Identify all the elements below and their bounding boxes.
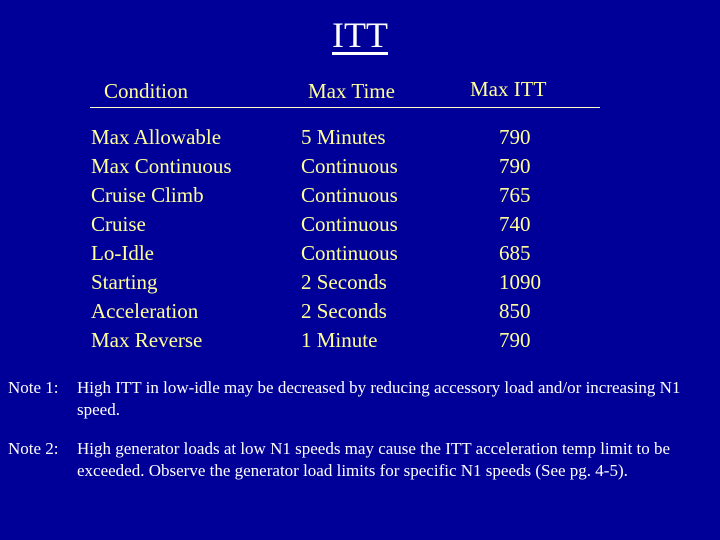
condition-cell: Max Reverse: [91, 328, 203, 352]
note-2: Note 2: High generator loads at low N1 sp…: [8, 438, 717, 482]
note-label: Note 2:: [8, 439, 59, 458]
header-divider: [90, 107, 600, 108]
note-text: High ITT in low-idle may be decreased by…: [77, 378, 681, 419]
max-itt-cell: 790: [499, 154, 531, 178]
max-itt-cell: 765: [499, 183, 531, 207]
page-title: ITT: [332, 15, 388, 55]
note-1: Note 1: High ITT in low-idle may be decre…: [8, 377, 717, 421]
condition-cell: Lo-Idle: [91, 241, 154, 265]
table-row: Max Allowable 5 Minutes 790: [91, 125, 611, 154]
max-itt-cell: 740: [499, 212, 531, 236]
max-time-cell: Continuous: [301, 154, 398, 178]
note-text: High generator loads at low N1 speeds ma…: [77, 439, 671, 480]
table-row: Cruise Climb Continuous 765: [91, 183, 611, 212]
max-time-cell: Continuous: [301, 183, 398, 207]
table-row: Acceleration 2 Seconds 850: [91, 299, 611, 328]
itt-table: Max Allowable 5 Minutes 790 Max Continuo…: [91, 125, 611, 357]
max-itt-cell: 790: [499, 328, 531, 352]
max-time-cell: 5 Minutes: [301, 125, 386, 149]
condition-cell: Max Continuous: [91, 154, 232, 178]
max-itt-cell: 850: [499, 299, 531, 323]
condition-cell: Starting: [91, 270, 158, 294]
table-row: Starting 2 Seconds 1090: [91, 270, 611, 299]
max-itt-cell: 685: [499, 241, 531, 265]
max-time-cell: 2 Seconds: [301, 299, 387, 323]
condition-cell: Cruise Climb: [91, 183, 204, 207]
header-max-itt: Max ITT: [470, 77, 547, 101]
max-itt-cell: 1090: [499, 270, 541, 294]
table-row: Max Continuous Continuous 790: [91, 154, 611, 183]
note-label: Note 1:: [8, 378, 59, 397]
table-row: Lo-Idle Continuous 685: [91, 241, 611, 270]
header-max-time: Max Time: [308, 79, 395, 103]
max-itt-cell: 790: [499, 125, 531, 149]
condition-cell: Max Allowable: [91, 125, 222, 149]
max-time-cell: 2 Seconds: [301, 270, 387, 294]
header-condition: Condition: [104, 79, 189, 103]
condition-cell: Cruise: [91, 212, 146, 236]
table-row: Cruise Continuous 740: [91, 212, 611, 241]
max-time-cell: 1 Minute: [301, 328, 378, 352]
condition-cell: Acceleration: [91, 299, 199, 323]
table-row: Max Reverse 1 Minute 790: [91, 328, 611, 357]
max-time-cell: Continuous: [301, 212, 398, 236]
max-time-cell: Continuous: [301, 241, 398, 265]
